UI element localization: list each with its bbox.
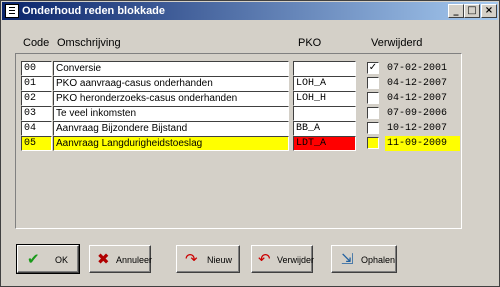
omschrijving-field[interactable]: Aanvraag Bijzondere Bijstand bbox=[53, 121, 289, 136]
pko-field[interactable]: LDT_A bbox=[293, 136, 356, 151]
ophalen-button[interactable]: ⇲ Ophalen bbox=[331, 245, 397, 273]
new-arrow-icon: ↷ bbox=[185, 250, 198, 268]
pko-field[interactable]: BB_A bbox=[293, 121, 356, 136]
header-omschrijving: Omschrijving bbox=[57, 37, 121, 49]
omschrijving-field[interactable]: Conversie bbox=[53, 61, 289, 76]
verwijderd-checkbox[interactable] bbox=[367, 107, 379, 119]
code-field[interactable]: 00 bbox=[21, 61, 52, 76]
omschrijving-field[interactable]: Aanvraag Langdurigheidstoeslag bbox=[53, 136, 289, 151]
code-field[interactable]: 02 bbox=[21, 91, 52, 106]
minimize-button[interactable]: _ bbox=[448, 4, 464, 18]
nieuw-button[interactable]: ↷ Nieuw bbox=[176, 245, 240, 273]
app-document-icon bbox=[5, 4, 19, 18]
ok-button-label: OK bbox=[55, 255, 69, 265]
fetch-icon: ⇲ bbox=[341, 250, 354, 268]
verwijderd-date: 04-12-2007 bbox=[387, 78, 448, 89]
pko-field[interactable]: LOH_H bbox=[293, 91, 356, 106]
code-field[interactable]: 03 bbox=[21, 106, 52, 121]
verwijderd-date: 04-12-2007 bbox=[387, 93, 448, 104]
verwijderd-checkbox[interactable] bbox=[367, 77, 379, 89]
code-field[interactable]: 04 bbox=[21, 121, 52, 136]
pko-field[interactable] bbox=[293, 61, 356, 76]
annuleer-button[interactable]: ✖ Annuleer bbox=[89, 245, 153, 273]
maximize-button[interactable]: □ bbox=[464, 4, 480, 18]
verwijderd-date: 10-12-2007 bbox=[387, 123, 448, 134]
header-code: Code bbox=[23, 37, 50, 49]
title-bar[interactable]: Onderhoud reden blokkade _ □ × bbox=[2, 2, 498, 20]
code-field[interactable]: 05 bbox=[21, 136, 52, 151]
cross-icon: ✖ bbox=[97, 250, 110, 268]
pko-field[interactable]: LOH_A bbox=[293, 76, 356, 91]
checkmark-icon: ✔ bbox=[27, 250, 40, 268]
header-verwijderd: Verwijderd bbox=[371, 37, 423, 49]
verwijderd-checkbox[interactable] bbox=[367, 122, 379, 134]
verwijderd-date: 11-09-2009 bbox=[385, 136, 460, 151]
ophalen-button-label: Ophalen bbox=[361, 255, 396, 265]
app-window: Onderhoud reden blokkade _ □ × Code Omsc… bbox=[0, 0, 500, 287]
verwijderd-date: 07-09-2006 bbox=[387, 108, 448, 119]
omschrijving-field[interactable]: PKO heronderzoeks-casus onderhanden bbox=[53, 91, 289, 106]
pko-field[interactable] bbox=[293, 106, 356, 121]
window-title: Onderhoud reden blokkade bbox=[22, 5, 166, 17]
ok-button[interactable]: ✔ OK bbox=[16, 244, 80, 274]
verwijder-button[interactable]: ↶ Verwijder bbox=[251, 245, 315, 273]
verwijderd-checkbox[interactable] bbox=[367, 92, 379, 104]
close-button[interactable]: × bbox=[481, 4, 497, 18]
omschrijving-field[interactable]: Te veel inkomsten bbox=[53, 106, 289, 121]
verwijderd-checkbox[interactable]: ✓ bbox=[367, 62, 379, 74]
code-field[interactable]: 01 bbox=[21, 76, 52, 91]
verwijderd-date: 07-02-2001 bbox=[387, 63, 448, 74]
annuleer-button-label: Annuleer bbox=[116, 255, 153, 265]
nieuw-button-label: Nieuw bbox=[207, 255, 233, 265]
verwijderd-checkbox[interactable] bbox=[367, 137, 379, 149]
undo-arrow-icon: ↶ bbox=[258, 250, 271, 268]
verwijder-button-label: Verwijder bbox=[277, 255, 315, 265]
omschrijving-field[interactable]: PKO aanvraag-casus onderhanden bbox=[53, 76, 289, 91]
header-pko: PKO bbox=[298, 37, 322, 49]
